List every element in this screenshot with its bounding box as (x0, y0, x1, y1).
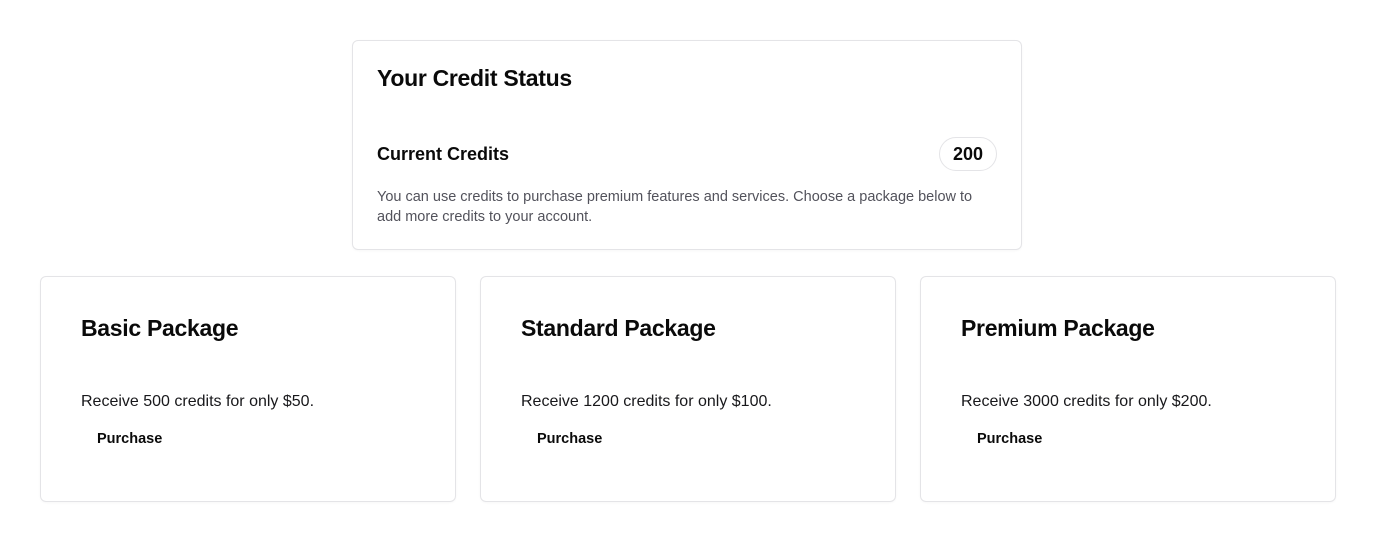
current-credits-label: Current Credits (377, 143, 510, 164)
purchase-premium-button[interactable]: Purchase (961, 427, 1058, 451)
package-description: Receive 500 credits for only $50. (81, 393, 315, 410)
package-card-standard: Standard Package Receive 1200 credits fo… (480, 276, 896, 502)
credits-count-badge: 200 (939, 137, 997, 171)
package-title: Standard Package (521, 315, 716, 341)
package-title: Basic Package (81, 315, 239, 341)
package-description: Receive 3000 credits for only $200. (961, 393, 1212, 410)
package-card-premium: Premium Package Receive 3000 credits for… (920, 276, 1336, 502)
purchase-basic-button[interactable]: Purchase (81, 427, 178, 451)
package-description: Receive 1200 credits for only $100. (521, 393, 772, 410)
credit-status-card: Your Credit Status Current Credits 200 Y… (352, 40, 1022, 250)
purchase-standard-button[interactable]: Purchase (521, 427, 618, 451)
current-credits-row: Current Credits 200 (377, 137, 997, 171)
package-card-basic: Basic Package Receive 500 credits for on… (40, 276, 456, 502)
credit-status-description: You can use credits to purchase premium … (377, 189, 973, 225)
package-title: Premium Package (961, 315, 1155, 341)
credit-status-title: Your Credit Status (377, 65, 572, 91)
